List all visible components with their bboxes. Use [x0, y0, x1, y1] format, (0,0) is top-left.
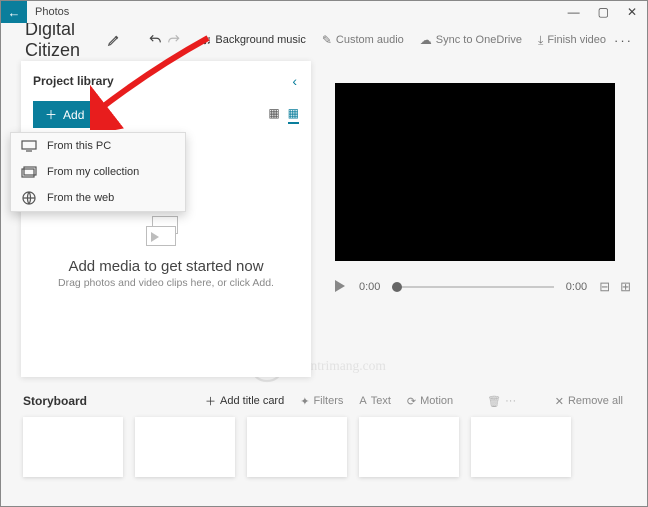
motion-icon: ⟳ — [407, 395, 416, 408]
scrubber-handle[interactable] — [392, 282, 402, 292]
storyboard-more-button[interactable]: 🗑 ··· — [479, 395, 524, 408]
preview-area: 0:00 0:00 ⊟ ⊞ — [315, 57, 647, 377]
zoom-out-button[interactable]: ⊟ — [599, 279, 610, 295]
motion-button[interactable]: ⟳ Motion — [399, 395, 461, 408]
menu-item-label: From this PC — [47, 140, 111, 152]
project-library-title: Project library — [33, 74, 292, 88]
zoom-in-button[interactable]: ⊞ — [620, 279, 631, 295]
view-small-tiles-button[interactable]: ▦ — [288, 106, 299, 124]
plus-icon: ＋ — [45, 106, 57, 123]
music-icon: ♫ — [202, 33, 211, 47]
close-button[interactable]: ✕ — [627, 5, 637, 19]
storyboard-slot[interactable] — [359, 417, 459, 477]
app-title: Photos — [27, 6, 69, 18]
collection-icon — [21, 165, 37, 179]
current-time: 0:00 — [359, 281, 380, 293]
media-placeholder-icon — [146, 216, 186, 250]
finish-video-label: Finish video — [547, 34, 606, 46]
view-large-tiles-button[interactable]: ▦ — [268, 106, 279, 124]
add-button[interactable]: ＋ Add — [33, 101, 96, 128]
project-name[interactable]: Digital Citizen — [9, 19, 97, 61]
custom-audio-label: Custom audio — [336, 34, 404, 46]
motion-label: Motion — [420, 395, 453, 407]
add-from-the-web[interactable]: From the web — [11, 185, 185, 211]
total-time: 0:00 — [566, 281, 587, 293]
maximize-button[interactable]: ▢ — [598, 5, 609, 19]
text-label: Text — [371, 395, 391, 407]
ellipsis-icon: ··· — [505, 395, 516, 407]
text-button[interactable]: A Text — [351, 395, 399, 407]
play-button[interactable] — [335, 280, 347, 295]
collapse-library-button[interactable]: ‹ — [292, 73, 301, 89]
add-title-card-label: Add title card — [220, 395, 284, 407]
back-icon: ← — [8, 5, 21, 20]
plus-icon: ＋ — [205, 393, 216, 409]
undo-button[interactable] — [146, 26, 164, 54]
close-icon: ✕ — [555, 395, 564, 408]
empty-subtitle: Drag photos and video clips here, or cli… — [58, 277, 274, 289]
add-from-this-pc[interactable]: From this PC — [11, 133, 185, 159]
storyboard-slot[interactable] — [135, 417, 235, 477]
project-library-panel: Project library ‹ ＋ Add ▦ ▦ Add media to… — [21, 61, 311, 377]
storyboard-section: Storyboard ＋ Add title card ✦ Filters A … — [23, 393, 631, 477]
remove-all-button[interactable]: ✕ Remove all — [547, 395, 631, 408]
add-title-card-button[interactable]: ＋ Add title card — [197, 393, 292, 409]
background-music-label: Background music — [215, 34, 306, 46]
pc-icon — [21, 139, 37, 153]
filters-button[interactable]: ✦ Filters — [292, 395, 351, 408]
audio-icon: ✎ — [322, 33, 332, 47]
storyboard-slot[interactable] — [23, 417, 123, 477]
custom-audio-button[interactable]: ✎ Custom audio — [314, 33, 412, 47]
toolbar: Digital Citizen ♫ Background music ✎ Cus… — [1, 23, 647, 57]
back-button[interactable]: ← — [1, 1, 27, 23]
video-preview[interactable] — [335, 83, 615, 261]
add-menu: From this PC From my collection From the… — [10, 132, 186, 212]
menu-item-label: From my collection — [47, 166, 139, 178]
export-icon: ⤓ — [538, 33, 543, 48]
menu-item-label: From the web — [47, 192, 114, 204]
finish-video-button[interactable]: ⤓ Finish video — [530, 33, 614, 48]
redo-button[interactable] — [164, 26, 182, 54]
background-music-button[interactable]: ♫ Background music — [194, 33, 314, 47]
filters-icon: ✦ — [300, 395, 309, 408]
empty-title: Add media to get started now — [68, 258, 263, 275]
storyboard-slot[interactable] — [471, 417, 571, 477]
trash-icon: 🗑 — [487, 395, 501, 408]
filters-label: Filters — [313, 395, 343, 407]
sync-onedrive-button[interactable]: ☁ Sync to OneDrive — [412, 33, 530, 47]
sync-onedrive-label: Sync to OneDrive — [436, 34, 522, 46]
storyboard-slot[interactable] — [247, 417, 347, 477]
web-icon — [21, 191, 37, 205]
minimize-button[interactable]: — — [568, 5, 580, 19]
text-icon: A — [359, 395, 366, 407]
more-button[interactable]: ··· — [614, 33, 639, 48]
add-button-label: Add — [63, 108, 84, 122]
add-from-my-collection[interactable]: From my collection — [11, 159, 185, 185]
rename-icon[interactable] — [105, 26, 123, 54]
storyboard-title: Storyboard — [23, 394, 87, 408]
remove-all-label: Remove all — [568, 395, 623, 407]
title-bar: ← Photos — ▢ ✕ — [1, 1, 647, 23]
scrubber[interactable] — [392, 286, 553, 288]
cloud-icon: ☁ — [420, 33, 432, 47]
